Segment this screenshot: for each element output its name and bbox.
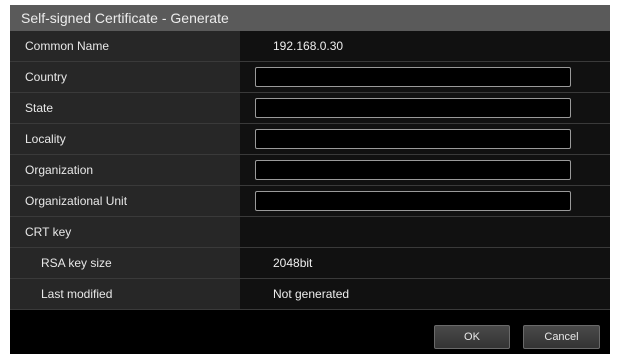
row-common-name: Common Name 192.168.0.30 bbox=[10, 31, 610, 62]
cancel-button[interactable]: Cancel bbox=[523, 325, 600, 349]
ok-button[interactable]: OK bbox=[434, 325, 510, 349]
common-name-value: 192.168.0.30 bbox=[240, 31, 610, 61]
locality-label: Locality bbox=[10, 124, 240, 154]
certificate-dialog: Self-signed Certificate - Generate Commo… bbox=[10, 5, 610, 354]
row-organizational-unit: Organizational Unit bbox=[10, 186, 610, 217]
crt-key-cell bbox=[240, 217, 610, 247]
rsa-key-size-label: RSA key size bbox=[10, 248, 240, 278]
dialog-title: Self-signed Certificate - Generate bbox=[10, 5, 610, 31]
last-modified-label: Last modified bbox=[10, 279, 240, 309]
country-label: Country bbox=[10, 62, 240, 92]
country-input[interactable] bbox=[255, 67, 571, 87]
row-locality: Locality bbox=[10, 124, 610, 155]
crt-key-label: CRT key bbox=[10, 217, 240, 247]
row-crt-key: CRT key bbox=[10, 217, 610, 248]
organizational-unit-label: Organizational Unit bbox=[10, 186, 240, 216]
row-country: Country bbox=[10, 62, 610, 93]
organization-label: Organization bbox=[10, 155, 240, 185]
locality-input[interactable] bbox=[255, 129, 571, 149]
dialog-footer: OK Cancel bbox=[10, 314, 610, 354]
row-last-modified: Last modified Not generated bbox=[10, 279, 610, 310]
state-label: State bbox=[10, 93, 240, 123]
organizational-unit-input[interactable] bbox=[255, 191, 571, 211]
last-modified-value: Not generated bbox=[240, 279, 610, 309]
rsa-key-size-value: 2048bit bbox=[240, 248, 610, 278]
row-state: State bbox=[10, 93, 610, 124]
organization-input[interactable] bbox=[255, 160, 571, 180]
state-input[interactable] bbox=[255, 98, 571, 118]
common-name-label: Common Name bbox=[10, 31, 240, 61]
row-organization: Organization bbox=[10, 155, 610, 186]
row-rsa-key-size: RSA key size 2048bit bbox=[10, 248, 610, 279]
